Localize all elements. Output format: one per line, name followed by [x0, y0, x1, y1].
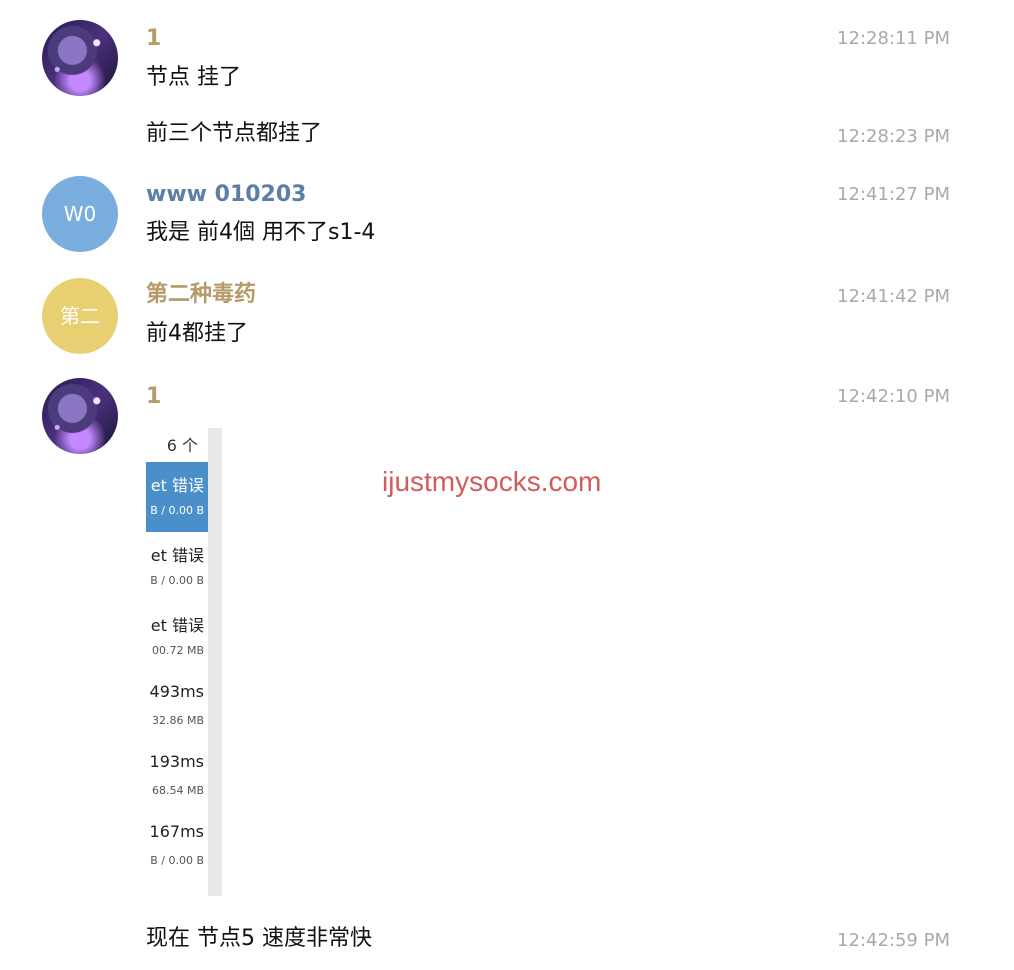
message-time: 12:41:27 PM	[837, 184, 950, 205]
image-attachment[interactable]: 6 个 et 错误 B / 0.00 B et 错误 B / 0.00 B et…	[146, 428, 222, 896]
node-status: et 错误	[150, 476, 204, 495]
node-latency: 167ms	[149, 822, 204, 841]
message-text: 我是 前4個 用不了s1-4	[146, 220, 376, 245]
image-scrollbar[interactable]	[208, 428, 222, 896]
message-author[interactable]: www 010203	[146, 182, 306, 208]
node-traffic: B / 0.00 B	[150, 854, 204, 867]
message-author[interactable]: 1	[146, 384, 161, 410]
watermark: ijustmysocks.com	[382, 466, 602, 497]
message-text: 节点 挂了	[146, 65, 241, 90]
node-list-row: et 错误 B / 0.00 B	[146, 532, 208, 602]
node-traffic: 68.54 MB	[151, 784, 204, 797]
message-time: 12:41:42 PM	[837, 286, 950, 307]
node-list-row: et 错误 00.72 MB	[146, 602, 208, 672]
user-www-010203-avatar[interactable]: W0	[42, 176, 118, 252]
message-text: 现在 节点5 速度非常快	[146, 926, 372, 951]
node-list-row: 493ms 32.86 MB	[146, 672, 208, 742]
message-time: 12:42:59 PM	[837, 930, 950, 951]
node-traffic: 00.72 MB	[151, 644, 204, 657]
node-traffic: B / 0.00 B	[150, 574, 204, 587]
node-latency: 493ms	[149, 682, 204, 701]
message-text: 前4都挂了	[146, 321, 248, 346]
node-latency: 193ms	[149, 752, 204, 771]
message-time: 12:28:23 PM	[837, 126, 950, 147]
node-count-label: 6 个	[166, 436, 198, 455]
node-traffic: B / 0.00 B	[150, 504, 204, 517]
node-list-row: 193ms 68.54 MB	[146, 742, 208, 812]
message-time: 12:28:11 PM	[837, 28, 950, 49]
user-1-avatar[interactable]	[42, 20, 118, 96]
message-text: 前三个节点都挂了	[146, 121, 323, 146]
chat-history: 1 节点 挂了 12:28:11 PM 前三个节点都挂了 12:28:23 PM…	[0, 0, 1014, 970]
node-list-row: et 错误 B / 0.00 B	[146, 462, 208, 532]
node-traffic: 32.86 MB	[151, 714, 204, 727]
node-status: et 错误	[150, 546, 204, 565]
user-poison-avatar[interactable]: 第二	[42, 278, 118, 354]
avatar-initials: 第二	[60, 304, 100, 328]
message-time: 12:42:10 PM	[837, 386, 950, 407]
node-list-row: 167ms B / 0.00 B	[146, 812, 208, 882]
node-status: et 错误	[150, 616, 204, 635]
message-author[interactable]: 1	[146, 26, 161, 52]
avatar-initials: W0	[63, 202, 97, 226]
node-list-screenshot: 6 个 et 错误 B / 0.00 B et 错误 B / 0.00 B et…	[146, 428, 208, 896]
user-1-avatar[interactable]	[42, 378, 118, 454]
message-author[interactable]: 第二种毒药	[146, 282, 256, 308]
